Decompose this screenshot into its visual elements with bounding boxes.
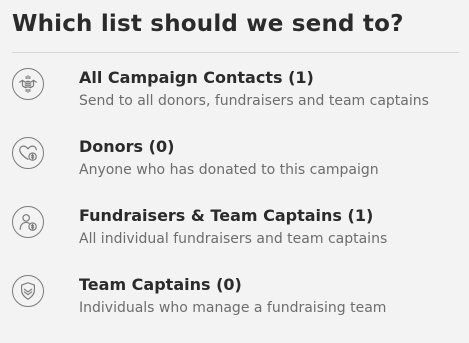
handshake-icon	[12, 68, 44, 100]
list-option-fundraisers-team-captains[interactable]: Fundraisers & Team Captains (1) All indi…	[12, 197, 459, 266]
shield-icon	[12, 275, 44, 307]
list-option-label: All Campaign Contacts (1)	[79, 68, 314, 87]
list-option-description: Anyone who has donated to this campaign	[79, 162, 379, 178]
list-option-team-captains[interactable]: Team Captains (0) Individuals who manage…	[12, 266, 459, 335]
list-option-description: All individual fundraisers and team capt…	[79, 231, 388, 247]
send-to-list-panel: Which list should we send to? All Campai…	[12, 0, 459, 335]
list-option-label: Donors (0)	[79, 137, 175, 156]
list-option-description: Individuals who manage a fundraising tea…	[79, 300, 387, 316]
list-option-donors[interactable]: Donors (0) Anyone who has donated to thi…	[12, 128, 459, 197]
page-title: Which list should we send to?	[12, 11, 404, 37]
list-option-label: Team Captains (0)	[79, 275, 242, 294]
list-option-label: Fundraisers & Team Captains (1)	[79, 206, 374, 225]
heart-dollar-icon	[12, 137, 44, 169]
person-dollar-icon	[12, 206, 44, 238]
list-option-description: Send to all donors, fundraisers and team…	[79, 93, 429, 109]
divider	[12, 52, 459, 53]
list-option-all-campaign-contacts[interactable]: All Campaign Contacts (1) Send to all do…	[12, 59, 459, 128]
recipient-list: All Campaign Contacts (1) Send to all do…	[12, 59, 459, 335]
